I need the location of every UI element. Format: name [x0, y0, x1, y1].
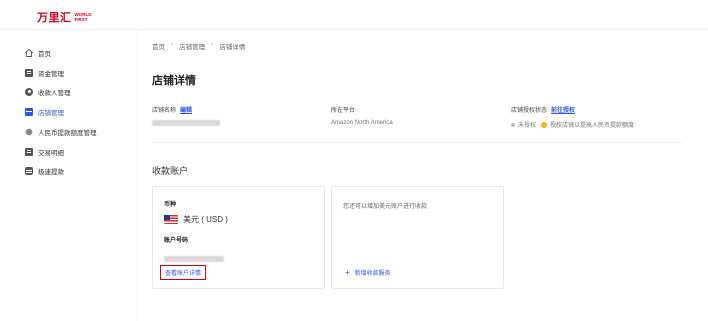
breadcrumb: 首页 › 店铺管理 › 店铺详情 — [152, 41, 245, 51]
worldfirst-logo[interactable]: 万里汇 WORLD FIRST — [37, 9, 92, 25]
auth-status-label: 店铺授权状态 — [511, 108, 548, 114]
usd-account-card: 币种 美元 ( USD ) 账户号码 查看账户详情 — [152, 186, 325, 289]
sidebar-item-transactions[interactable]: 交易明细 — [25, 146, 64, 158]
sidebar-item-home[interactable]: 首页 — [24, 47, 51, 59]
add-account-card: 您还可以增加美元账户进行收款 + 新增收款服务 — [331, 186, 504, 289]
platform-value: Amazon North America — [331, 120, 393, 126]
platform-label-row: 所在平台 — [331, 105, 355, 114]
auth-note: 授权店铺以提高人民币提款额度 — [550, 123, 635, 129]
account-number-redacted — [164, 256, 224, 262]
store-name-label-row: 店铺名称 编辑 — [152, 105, 192, 114]
logo-cn-text: 万里汇 — [37, 11, 72, 24]
plus-icon: + — [345, 268, 350, 277]
add-account-hint: 您还可以增加美元账户进行收款 — [343, 204, 428, 210]
coin-icon — [25, 128, 33, 136]
sidebar-item-fast-withdraw[interactable]: 极速提款 — [25, 165, 64, 177]
store-name-label: 店铺名称 — [152, 108, 177, 114]
sidebar-item-label: 首页 — [38, 51, 51, 58]
add-payment-service-label: 新增收款服务 — [354, 271, 391, 277]
accounts-section-title: 收款账户 — [152, 166, 189, 176]
sidebar-item-label: 极速提款 — [38, 169, 64, 176]
go-authorize-link[interactable]: 前往授权 — [551, 105, 575, 114]
auth-status-value: 未授权 — [518, 123, 537, 129]
sidebar-item-funds[interactable]: 资金管理 — [25, 67, 64, 79]
logo-en-text: WORLD FIRST — [75, 12, 92, 22]
auth-label-row: 店铺授权状态 前往授权 — [511, 105, 575, 114]
sidebar-item-label: 人民币提款额度管理 — [38, 130, 97, 137]
sidebar-item-stores[interactable]: 店铺管理 — [25, 106, 64, 118]
account-number-label: 账户号码 — [164, 238, 189, 244]
auth-status-row: 未授权 授权店铺以提高人民币提款额度 — [511, 120, 634, 129]
breadcrumb-store-management[interactable]: 店铺管理 — [179, 41, 205, 51]
platform-label: 所在平台 — [331, 108, 356, 114]
store-icon — [25, 108, 33, 116]
section-divider — [152, 142, 682, 143]
currency-row: 美元 ( USD ) — [164, 214, 228, 225]
sidebar: 首页 资金管理 收款人管理 店铺管理 人民币提款额度管理 交易明细 极速提款 — [0, 30, 137, 321]
sidebar-item-label: 交易明细 — [38, 150, 64, 157]
us-flag-icon — [164, 215, 178, 224]
page-title: 店铺详情 — [152, 75, 196, 87]
add-payment-service-button[interactable]: + 新增收款服务 — [345, 268, 391, 277]
home-icon — [24, 48, 34, 57]
breadcrumb-store-detail: 店铺详情 — [219, 44, 246, 51]
store-name-value — [152, 120, 220, 126]
sidebar-item-payees[interactable]: 收款人管理 — [25, 86, 71, 98]
breadcrumb-home[interactable]: 首页 — [152, 41, 165, 51]
wallet-icon — [25, 69, 33, 77]
breadcrumb-separator: › — [171, 41, 174, 48]
logo-en-line2: FIRST — [74, 17, 88, 22]
sidebar-item-label: 收款人管理 — [38, 90, 71, 97]
warning-icon — [541, 121, 548, 128]
breadcrumb-separator: › — [211, 41, 214, 48]
database-icon — [25, 167, 33, 175]
sidebar-item-label: 店铺管理 — [38, 110, 64, 117]
status-dot-icon — [511, 122, 515, 127]
store-name-redacted — [152, 120, 220, 126]
sidebar-item-rmb-quota[interactable]: 人民币提款额度管理 — [25, 126, 97, 138]
sidebar-item-label: 资金管理 — [38, 71, 64, 78]
sidebar-divider — [137, 30, 138, 321]
user-icon — [25, 88, 33, 96]
view-account-details-button[interactable]: 查看账户详情 — [160, 265, 207, 280]
currency-label: 币种 — [164, 202, 177, 208]
list-icon — [25, 148, 33, 156]
currency-value: 美元 ( USD ) — [183, 215, 228, 224]
edit-store-name-link[interactable]: 编辑 — [180, 105, 192, 114]
top-bar: 万里汇 WORLD FIRST — [0, 0, 708, 30]
